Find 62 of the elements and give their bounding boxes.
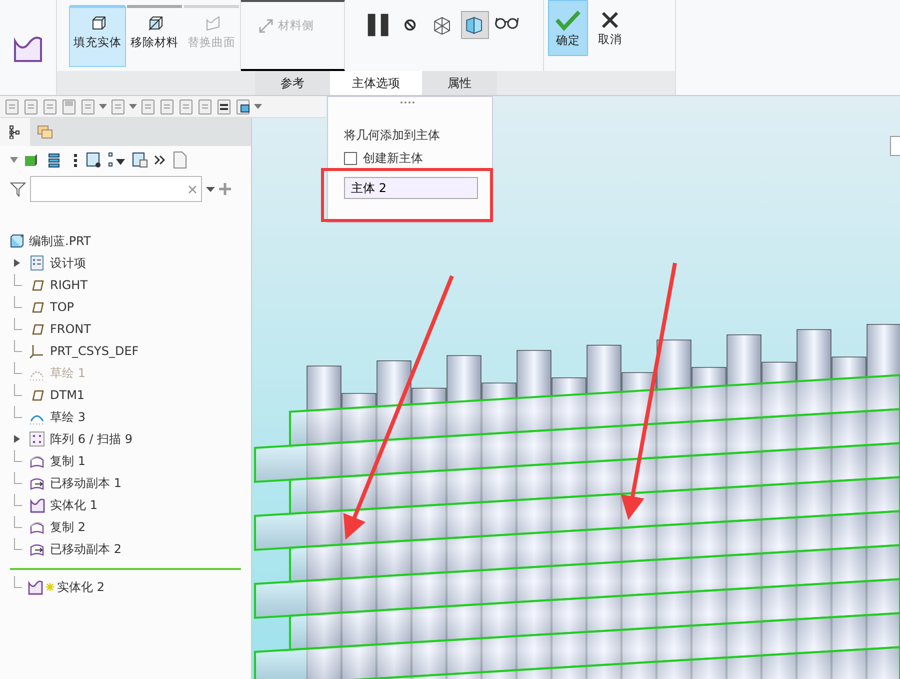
caret-icon[interactable]	[206, 185, 215, 193]
cube-icon[interactable]	[24, 153, 38, 167]
tree-item[interactable]: 复制 1	[50, 452, 86, 470]
flip-arrow-icon	[257, 16, 275, 34]
tree-item[interactable]: 已移动副本 1	[50, 474, 122, 492]
cut-cube-icon	[146, 15, 162, 31]
tree-item[interactable]: 已移动副本 2	[50, 540, 122, 558]
table-icon[interactable]	[132, 152, 148, 168]
pattern-icon	[29, 431, 45, 447]
panel-heading: 将几何添加到主体	[344, 127, 441, 144]
model-tree-icon[interactable]	[8, 125, 22, 139]
grip-icon[interactable]	[400, 101, 416, 104]
solidify-icon	[29, 497, 45, 513]
csys-icon	[29, 343, 45, 359]
close-icon	[600, 10, 620, 30]
cancel-button[interactable]: 取消	[590, 0, 630, 56]
expand-icon[interactable]	[14, 259, 20, 267]
ok-button[interactable]: 确定	[548, 0, 588, 56]
tree-item[interactable]: 复制 2	[50, 518, 86, 536]
expand-icon[interactable]	[14, 435, 20, 443]
tree-item[interactable]: RIGHT	[50, 278, 88, 292]
caret-icon[interactable]	[254, 104, 262, 110]
ribbon-button[interactable]: 填充实体	[69, 6, 126, 67]
copy-icon	[29, 453, 45, 469]
tree-item[interactable]: 实体化 1	[50, 496, 98, 514]
table-view-icon[interactable]	[86, 152, 102, 168]
create-body-checkbox[interactable]: 创建新主体	[344, 150, 492, 167]
tab[interactable]: 参考	[255, 71, 330, 95]
part-icon	[10, 234, 24, 248]
tree-item[interactable]: PRT_CSYS_DEF	[50, 344, 139, 358]
tree-item[interactable]: 实体化 2	[57, 578, 104, 596]
filter-tree-icon[interactable]	[108, 152, 126, 168]
ribbon-button[interactable]: 移除材料	[126, 6, 183, 67]
shaded-tool-button[interactable]	[461, 10, 489, 38]
caret-icon[interactable]	[10, 156, 18, 164]
design-icon	[29, 255, 45, 271]
new-file-icon[interactable]	[4, 98, 20, 114]
copy-icon	[29, 519, 45, 535]
caret-icon[interactable]	[99, 104, 107, 110]
document-icon[interactable]	[172, 151, 188, 169]
caret-icon[interactable]	[129, 104, 137, 110]
tree-item[interactable]: 编制蓝.PRT	[29, 232, 91, 250]
tree-item[interactable]: TOP	[50, 300, 74, 314]
tab[interactable]: 主体选项	[330, 71, 422, 95]
filter-field[interactable]	[30, 176, 202, 202]
add-icon[interactable]	[219, 183, 231, 195]
tree-item[interactable]: 草绘 3	[50, 408, 86, 426]
filter-icon	[10, 181, 26, 197]
tab[interactable]: 属性	[422, 71, 497, 95]
solidify-icon	[27, 579, 43, 595]
tree-item[interactable]: DTM1	[50, 388, 85, 402]
tree-item[interactable]: 阵列 6 / 扫描 9	[50, 430, 133, 448]
cube-icon	[90, 15, 106, 31]
more-icon[interactable]	[154, 155, 166, 165]
checkmark-icon	[555, 8, 581, 30]
surface-icon	[204, 15, 220, 31]
body-field[interactable]: 主体 2	[344, 177, 478, 199]
tree-item[interactable]: 设计项	[50, 254, 86, 272]
clear-icon[interactable]	[188, 184, 197, 194]
glasses-icon	[494, 16, 520, 30]
tree-item[interactable]: FRONT	[50, 322, 91, 336]
folder-icon[interactable]	[37, 124, 53, 140]
